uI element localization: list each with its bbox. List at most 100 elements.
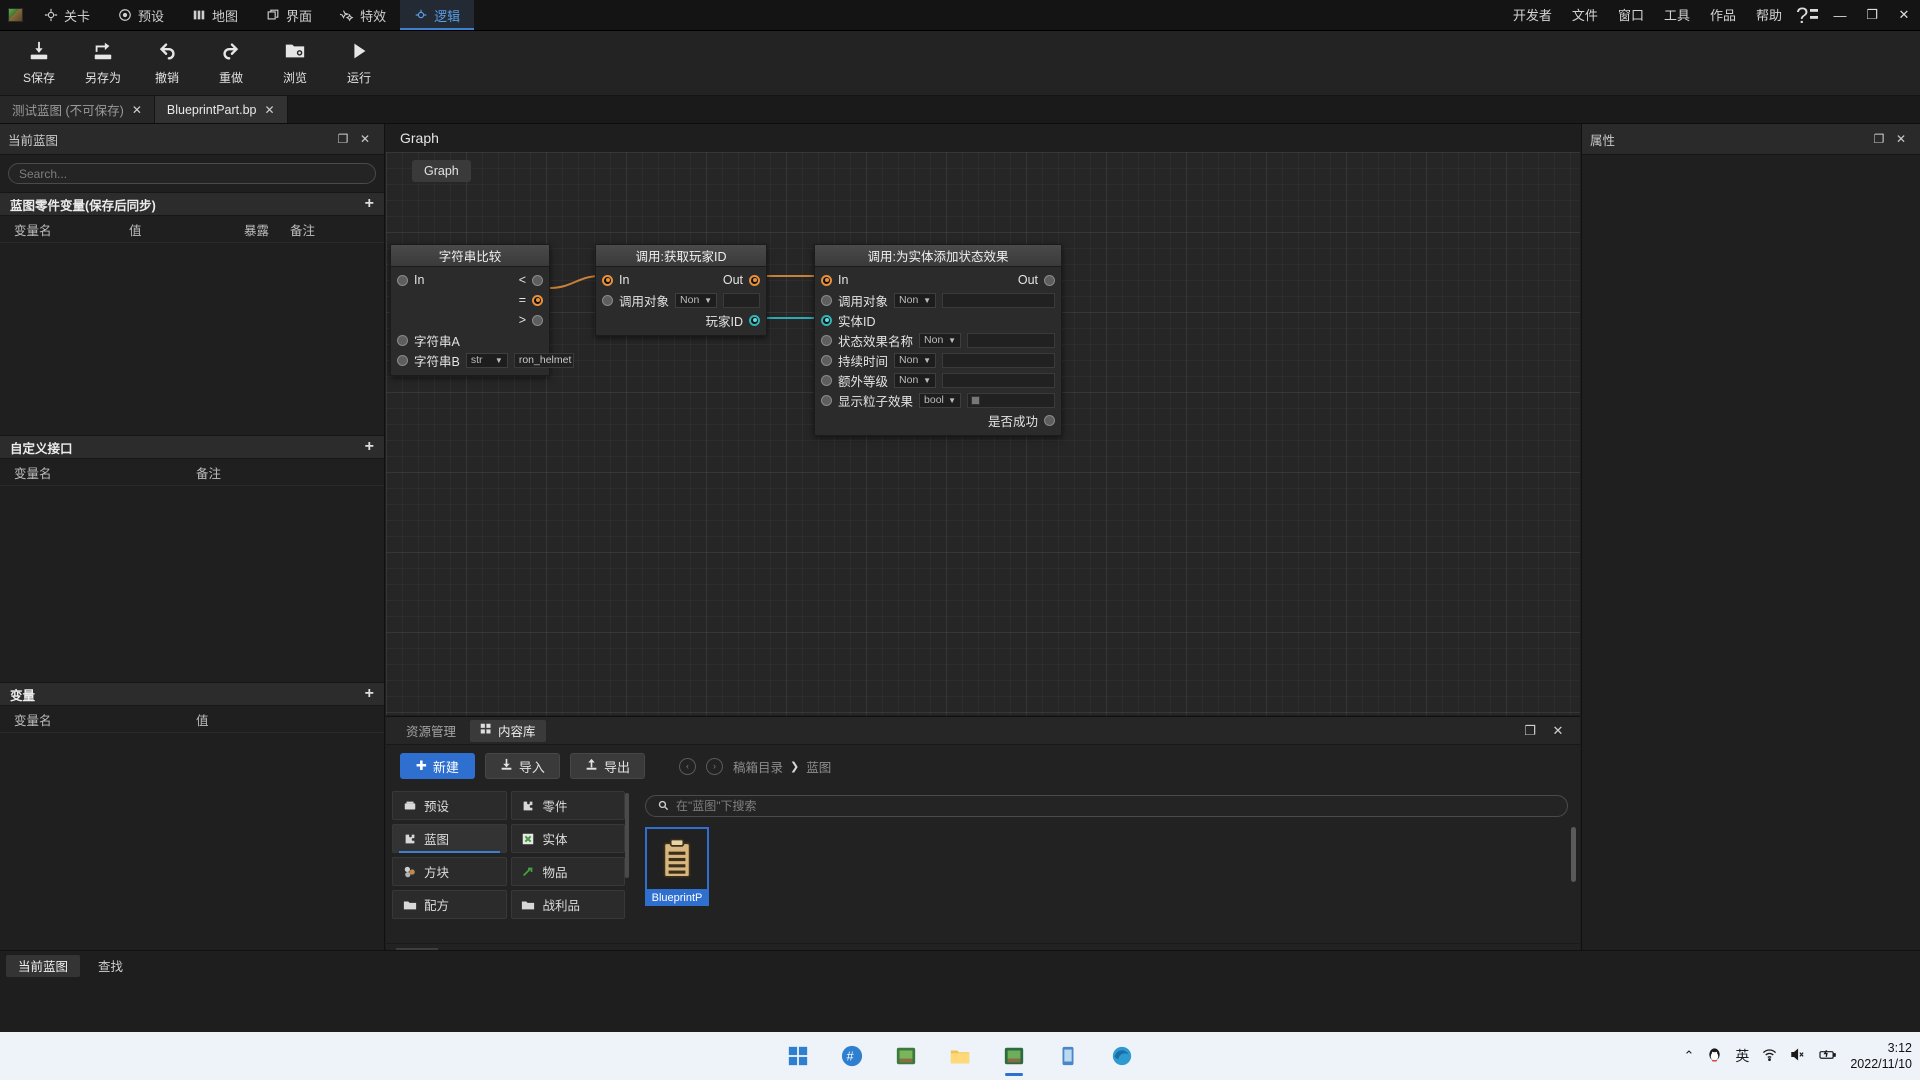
checkbox-show-particle[interactable] <box>971 395 981 405</box>
graph-canvas[interactable]: Graph 字符串比较 In < = > 字符串A 字符串B str ▼ ron… <box>386 152 1580 715</box>
phone-link-icon[interactable] <box>1046 1034 1090 1078</box>
value-field-effect-name[interactable] <box>967 332 1055 348</box>
qq-icon[interactable] <box>1707 1047 1722 1065</box>
menu-developer[interactable]: 开发者 <box>1503 0 1562 31</box>
menu-file[interactable]: 文件 <box>1562 0 1608 31</box>
blueprint-search-box[interactable] <box>8 163 376 184</box>
category-item[interactable]: 物品 <box>510 857 625 886</box>
minimize-button[interactable]: — <box>1824 0 1856 31</box>
tab-content-library[interactable]: 内容库 <box>470 719 546 742</box>
category-recipe[interactable]: 配方 <box>392 890 507 919</box>
value-field-string-b[interactable]: ron_helmet <box>513 352 574 368</box>
category-part[interactable]: 零件 <box>510 791 625 820</box>
value-field-call-object[interactable] <box>723 292 760 308</box>
menu-works[interactable]: 作品 <box>1700 0 1746 31</box>
menu-tab-logic[interactable]: 逻辑 <box>400 0 475 30</box>
pin-effect-name[interactable] <box>821 334 832 346</box>
node-add-state-effect[interactable]: 调用:为实体添加状态效果 In Out 调用对象 Non ▼ 实体ID 状态效果… <box>814 244 1062 436</box>
type-combo-call-object[interactable]: Non ▼ <box>675 292 718 308</box>
category-entity[interactable]: 实体 <box>510 824 625 853</box>
battery-charging-icon[interactable] <box>1818 1047 1837 1065</box>
file-search-input[interactable] <box>676 799 1555 813</box>
close-icon[interactable]: ✕ <box>1890 132 1912 146</box>
import-button[interactable]: 导入 <box>484 753 560 779</box>
pin-string-a[interactable] <box>397 334 408 346</box>
save-as-button[interactable]: 另存为 <box>72 33 134 93</box>
pin-show-particle[interactable] <box>821 394 832 406</box>
tab-resource-manager[interactable]: 资源管理 <box>396 720 466 742</box>
breadcrumb-item-blueprint[interactable]: 蓝图 <box>806 757 831 776</box>
menu-tab-fx[interactable]: 特效 <box>326 0 400 30</box>
pin-string-b[interactable] <box>397 354 408 366</box>
pin-lt[interactable] <box>532 274 543 286</box>
value-field-call-object[interactable] <box>942 292 1055 308</box>
pin-eq[interactable] <box>532 294 543 306</box>
node-get-player-id[interactable]: 调用:获取玩家ID In Out 调用对象 Non ▼ 玩家ID <box>595 244 767 336</box>
category-loot[interactable]: 战利品 <box>510 890 625 919</box>
new-button[interactable]: ✚ 新建 <box>400 753 475 779</box>
status-tab-find[interactable]: 查找 <box>86 955 135 977</box>
pin-call-object[interactable] <box>602 294 613 306</box>
file-search-box[interactable] <box>645 795 1568 817</box>
minecraft-studio-icon[interactable] <box>992 1034 1036 1078</box>
mute-icon[interactable] <box>1790 1047 1805 1065</box>
menu-tab-level[interactable]: 关卡 <box>30 0 104 30</box>
menu-window[interactable]: 窗口 <box>1608 0 1654 31</box>
section-part-vars-header[interactable]: 蓝图零件变量(保存后同步) + <box>0 192 384 216</box>
restore-icon[interactable]: ❐ <box>1518 723 1542 739</box>
category-preset[interactable]: 预设 <box>392 791 507 820</box>
search-input[interactable] <box>19 166 365 181</box>
question-icon[interactable]: ? <box>1792 0 1824 31</box>
pin-extra-level[interactable] <box>821 374 832 386</box>
close-icon[interactable]: ✕ <box>132 103 142 117</box>
type-combo-extra-level[interactable]: Non ▼ <box>894 372 937 388</box>
pin-success[interactable] <box>1044 414 1055 426</box>
menu-tab-ui[interactable]: 界面 <box>252 0 326 30</box>
close-button[interactable]: ✕ <box>1888 0 1920 31</box>
menu-tools[interactable]: 工具 <box>1654 0 1700 31</box>
close-icon[interactable]: ✕ <box>265 103 275 117</box>
windows-start-icon[interactable] <box>776 1034 820 1078</box>
graph-tab[interactable]: Graph <box>412 160 471 182</box>
breadcrumb-item-root[interactable]: 稿箱目录 <box>733 757 783 776</box>
menu-help[interactable]: 帮助 <box>1746 0 1792 31</box>
nav-back-button[interactable]: ‹ <box>678 757 696 775</box>
type-combo-call-object[interactable]: Non ▼ <box>894 292 937 308</box>
browse-button[interactable]: 浏览 <box>264 33 326 93</box>
doc-tab-blueprintpart[interactable]: BlueprintPart.bp ✕ <box>154 96 288 123</box>
file-explorer-icon[interactable] <box>938 1034 982 1078</box>
minecraft-icon[interactable] <box>884 1034 928 1078</box>
taskbar-clock[interactable]: 3:12 2022/11/10 <box>1850 1040 1912 1072</box>
restore-icon[interactable]: ❐ <box>332 132 354 146</box>
add-icon[interactable]: + <box>365 686 374 702</box>
value-field-show-particle[interactable] <box>967 392 1055 408</box>
pin-entity-id[interactable] <box>821 314 832 326</box>
pin-gt[interactable] <box>532 314 543 326</box>
edge-icon[interactable] <box>1100 1034 1144 1078</box>
undo-button[interactable]: 撤销 <box>136 33 198 93</box>
add-icon[interactable]: + <box>365 439 374 455</box>
status-tab-current-blueprint[interactable]: 当前蓝图 <box>6 954 81 977</box>
section-vars-header[interactable]: 变量 + <box>0 682 384 706</box>
search-icon[interactable]: # <box>830 1034 874 1078</box>
run-button[interactable]: 运行 <box>328 33 390 93</box>
pin-player-id[interactable] <box>749 314 760 326</box>
category-block[interactable]: 方块 <box>392 857 507 886</box>
close-icon[interactable]: ✕ <box>1546 723 1570 739</box>
redo-button[interactable]: 重做 <box>200 33 262 93</box>
pin-duration[interactable] <box>821 354 832 366</box>
nav-forward-button[interactable]: › <box>705 757 723 775</box>
node-string-compare[interactable]: 字符串比较 In < = > 字符串A 字符串B str ▼ ron_helme… <box>390 244 574 376</box>
close-icon[interactable]: ✕ <box>354 132 376 146</box>
type-combo-string-b[interactable]: str ▼ <box>465 352 508 368</box>
ime-indicator[interactable]: 英 <box>1735 1046 1749 1066</box>
pin-call-object[interactable] <box>821 294 832 306</box>
menu-tab-preset[interactable]: 预设 <box>104 0 178 30</box>
pin-out[interactable] <box>1044 274 1055 286</box>
section-custom-interface-header[interactable]: 自定义接口 + <box>0 435 384 459</box>
menu-tab-map[interactable]: 地图 <box>178 0 252 30</box>
type-combo-duration[interactable]: Non ▼ <box>894 352 937 368</box>
wifi-icon[interactable] <box>1762 1047 1777 1065</box>
save-button[interactable]: S保存 <box>8 33 70 93</box>
category-scrollbar[interactable] <box>625 793 629 878</box>
